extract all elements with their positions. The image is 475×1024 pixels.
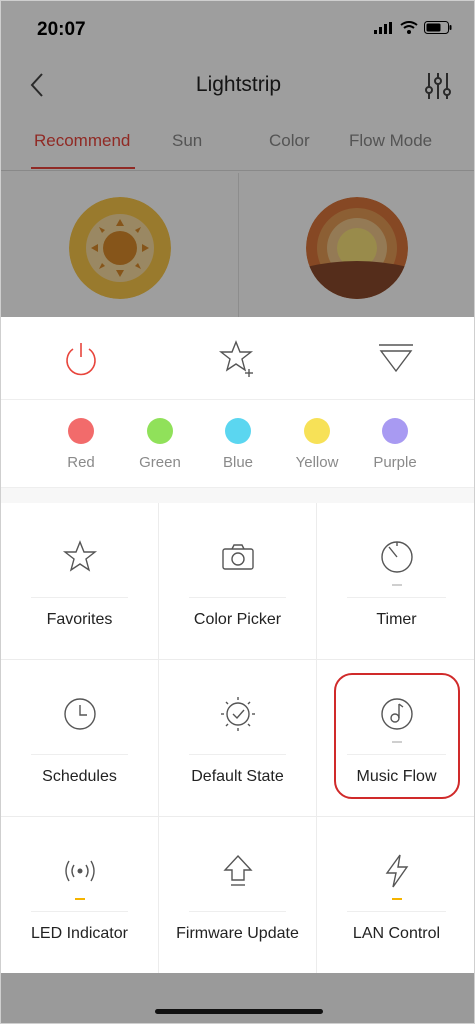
section-separator: [1, 487, 474, 503]
dropdown-triangle-icon[interactable]: [376, 339, 416, 379]
camera-icon: [221, 544, 254, 570]
divider: [31, 911, 128, 912]
divider: [347, 911, 446, 912]
divider: [31, 597, 128, 598]
star-icon: [62, 540, 97, 572]
color-preset-row: Red Green Blue Yellow Purple: [1, 399, 474, 487]
grid-item-label: LED Indicator: [31, 925, 128, 942]
yellow-swatch: [304, 418, 330, 444]
music-flow-highlight: [334, 673, 460, 799]
color-label: Red: [67, 454, 95, 471]
divider: [347, 597, 446, 598]
grid-item-label: Default State: [191, 768, 284, 785]
divider: [189, 911, 286, 912]
bottom-sheet: Red Green Blue Yellow Purple Favorites C…: [1, 317, 474, 1023]
color-label: Green: [139, 454, 181, 471]
grid-item-favorites[interactable]: Favorites: [1, 503, 159, 660]
grid-item-default-state[interactable]: Default State: [159, 660, 317, 817]
grid-item-schedules[interactable]: Schedules: [1, 660, 159, 817]
grid-item-timer[interactable]: Timer: [317, 503, 474, 660]
action-row: [1, 317, 474, 399]
grid-item-label: Color Picker: [193, 611, 282, 628]
star-plus-icon[interactable]: [218, 339, 258, 379]
power-icon[interactable]: [61, 339, 101, 379]
clock-icon: [63, 698, 96, 730]
led-indicator-icon: [64, 860, 95, 882]
grid-item-label: Schedules: [42, 768, 117, 785]
divider: [31, 754, 128, 755]
blue-swatch: [225, 418, 251, 444]
color-preset-purple[interactable]: Purple: [365, 418, 425, 471]
color-preset-blue[interactable]: Blue: [208, 418, 268, 471]
color-label: Purple: [373, 454, 417, 471]
home-indicator[interactable]: [155, 1009, 323, 1014]
firmware-update-icon: [222, 854, 253, 886]
grid-item-label: Favorites: [46, 611, 113, 628]
color-label: Yellow: [295, 454, 339, 471]
color-preset-red[interactable]: Red: [51, 418, 111, 471]
grid-item-color-picker[interactable]: Color Picker: [159, 503, 317, 660]
grid-item-led-indicator[interactable]: LED Indicator: [1, 817, 159, 974]
color-preset-yellow[interactable]: Yellow: [287, 418, 347, 471]
divider: [189, 754, 286, 755]
bottom-bar: [1, 973, 474, 1023]
app-frame: 20:07 Lightstrip Recommend Sun Color Flo…: [0, 0, 475, 1024]
color-label: Blue: [222, 454, 254, 471]
dim-overlay[interactable]: [1, 1, 474, 317]
grid-item-label: LAN Control: [352, 925, 441, 942]
divider: [189, 597, 286, 598]
green-swatch: [147, 418, 173, 444]
status-indicator-on: [391, 898, 402, 900]
timer-icon: [380, 541, 413, 573]
lightning-icon: [385, 854, 408, 888]
lightstrip-screen: 20:07 Lightstrip Recommend Sun Color Flo…: [1, 1, 474, 317]
color-preset-green[interactable]: Green: [130, 418, 190, 471]
grid-item-firmware-update[interactable]: Firmware Update: [159, 817, 317, 974]
status-indicator: [391, 584, 402, 586]
purple-swatch: [382, 418, 408, 444]
default-state-icon: [220, 697, 255, 731]
grid-item-lan-control[interactable]: LAN Control: [317, 817, 474, 974]
grid-item-label: Timer: [376, 611, 417, 628]
red-swatch: [68, 418, 94, 444]
status-indicator-on: [74, 898, 85, 900]
grid-item-label: Firmware Update: [176, 925, 299, 942]
